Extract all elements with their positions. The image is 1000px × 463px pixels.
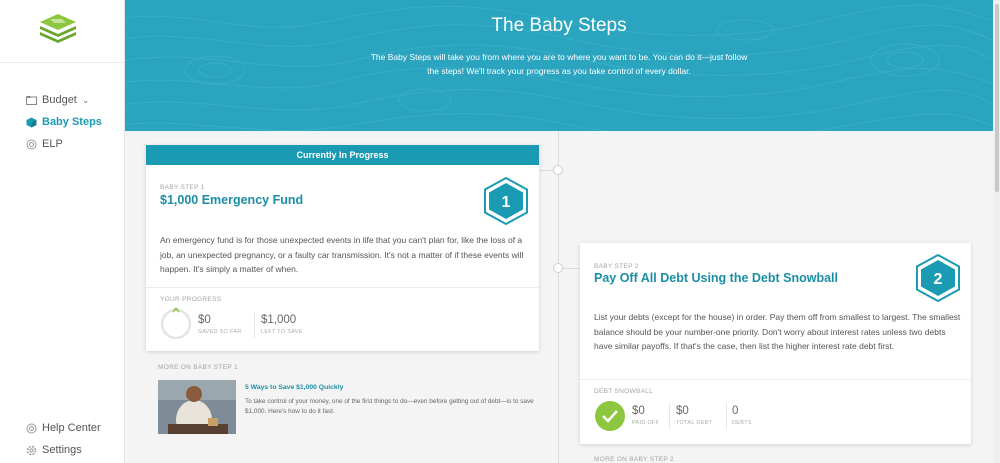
total-debt-amount: $0 xyxy=(676,405,689,417)
gear-icon xyxy=(26,445,37,455)
chevron-down-icon[interactable]: ⌄ xyxy=(82,95,90,106)
debts-count: 0 xyxy=(732,405,739,417)
section-label: YOUR PROGRESS xyxy=(160,296,222,303)
timeline-line xyxy=(558,131,559,463)
step-title: Pay Off All Debt Using the Debt Snowball xyxy=(594,271,839,285)
timeline-connector xyxy=(563,268,580,269)
article-description: To take control of your money, one of th… xyxy=(245,398,534,415)
sidebar-item-baby-steps[interactable]: Baby Steps xyxy=(26,116,102,128)
more-section-label: MORE ON BABY STEP 2 xyxy=(594,456,674,463)
article-link[interactable]: 5 Ways to Save $1,000 Quickly xyxy=(245,384,343,391)
sidebar-item-label: ELP xyxy=(42,138,63,150)
step-description: An emergency fund is for those unexpecte… xyxy=(160,235,524,274)
cube-icon xyxy=(26,117,37,127)
paid-off-amount: $0 xyxy=(632,405,645,417)
check-circle-icon xyxy=(595,401,625,431)
step-number: 2 xyxy=(934,271,943,288)
folder-icon xyxy=(26,95,37,105)
total-debt-label: TOTAL DEBT xyxy=(676,420,713,426)
step-number: 1 xyxy=(502,194,511,211)
page-subtitle: The Baby Steps will take you from where … xyxy=(370,52,748,76)
hero-banner: The Baby Steps The Baby Steps will take … xyxy=(125,0,993,131)
sidebar-item-label: Baby Steps xyxy=(42,116,102,128)
app-logo[interactable] xyxy=(36,12,80,46)
sidebar-item-help-center[interactable]: Help Center xyxy=(26,422,101,434)
sidebar-item-settings[interactable]: Settings xyxy=(26,444,82,456)
debts-label: DEBTS xyxy=(732,420,752,426)
sidebar: Budget ⌄ Baby Steps ELP Help Center Sett… xyxy=(0,0,125,463)
step-label: BABY STEP 1 xyxy=(160,184,205,191)
target-icon xyxy=(26,139,37,149)
step-label: BABY STEP 2 xyxy=(594,263,639,270)
sidebar-item-label: Help Center xyxy=(42,422,101,434)
step-number-badge: 2 xyxy=(916,254,960,302)
stat-separator xyxy=(726,403,727,429)
scrollbar-thumb[interactable] xyxy=(995,4,999,192)
more-section-label: MORE ON BABY STEP 1 xyxy=(158,364,238,371)
section-label: DEBT SNOWBALL xyxy=(594,388,654,395)
divider xyxy=(580,379,971,380)
sidebar-item-budget[interactable]: Budget ⌄ xyxy=(26,94,89,106)
step-description: List your debts (except for the house) i… xyxy=(594,312,961,351)
progress-ring xyxy=(160,307,192,340)
step-number-badge: 1 xyxy=(484,177,528,225)
sidebar-item-label: Settings xyxy=(42,444,82,456)
saved-label: SAVED SO FAR xyxy=(198,329,242,335)
timeline-dot xyxy=(553,165,563,175)
sidebar-item-elp[interactable]: ELP xyxy=(26,138,63,150)
stat-separator xyxy=(254,312,255,338)
left-to-save-label: LEFT TO SAVE xyxy=(261,329,303,335)
saved-amount: $0 xyxy=(198,314,211,326)
timeline-dot xyxy=(553,263,563,273)
step-title: $1,000 Emergency Fund xyxy=(160,193,304,207)
article-thumbnail[interactable] xyxy=(158,380,236,434)
left-to-save-amount: $1,000 xyxy=(261,314,297,326)
sidebar-item-label: Budget xyxy=(42,94,77,106)
status-banner: Currently In Progress xyxy=(146,145,539,165)
page-title: The Baby Steps xyxy=(491,15,627,36)
help-icon xyxy=(26,423,37,433)
timeline-connector xyxy=(539,170,554,171)
paid-off-label: PAID OFF xyxy=(632,420,660,426)
stat-separator xyxy=(669,403,670,429)
divider xyxy=(146,287,539,288)
